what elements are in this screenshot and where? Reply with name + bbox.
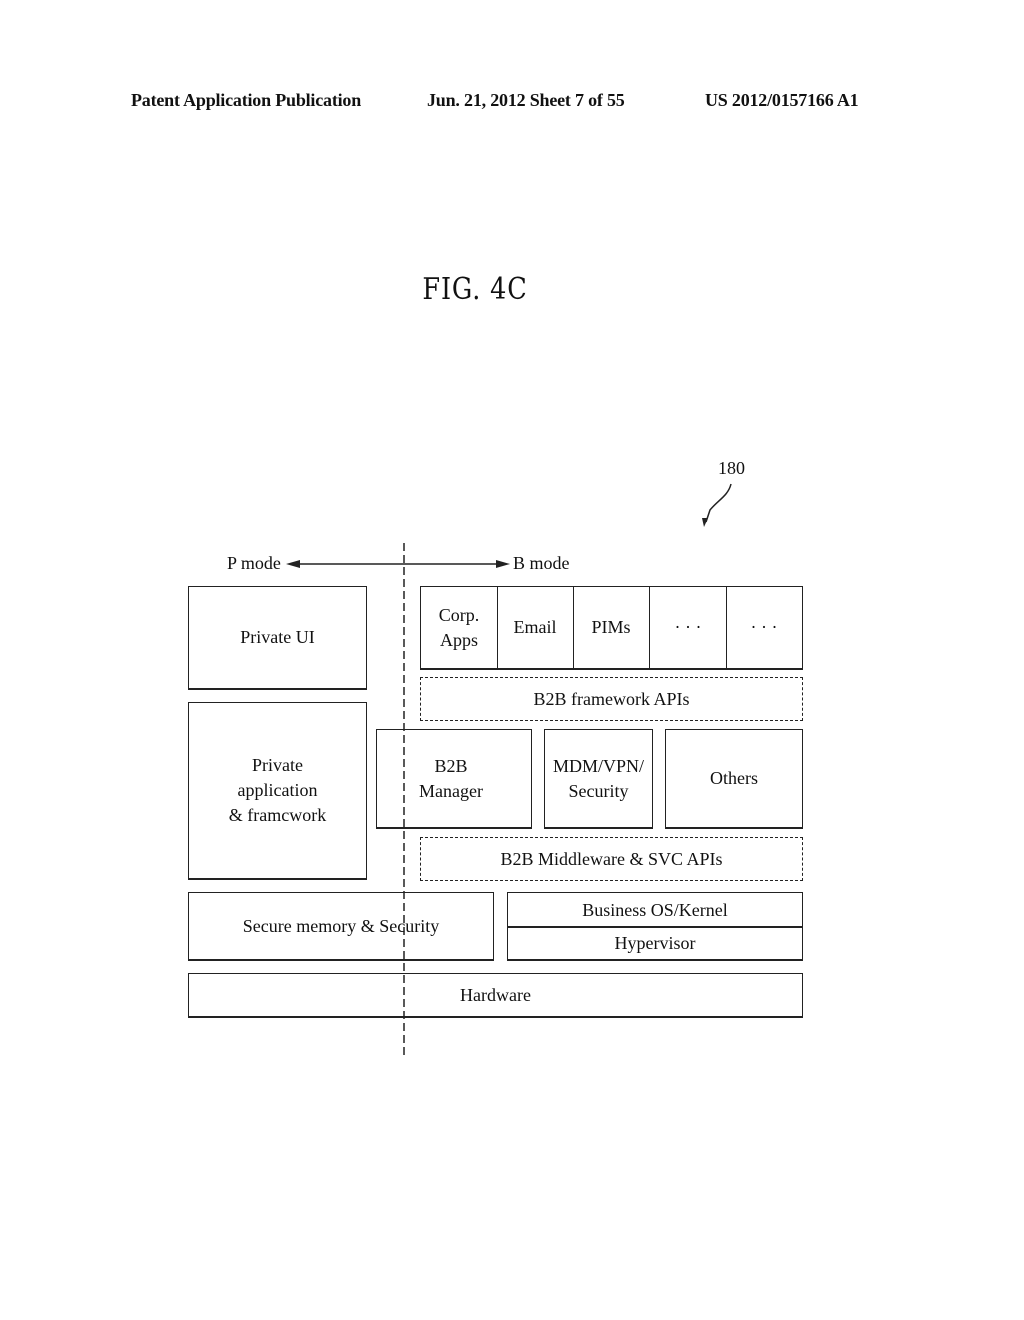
hypervisor-block: Hypervisor	[507, 926, 803, 961]
secure-memory-security-label: Secure memory & Security	[242, 915, 440, 936]
mdm-vpn-security-label: MDM/VPN/ Security	[552, 755, 645, 801]
b2b-manager-label: B2B Manager	[419, 755, 483, 801]
reference-leader-arrow	[705, 483, 732, 523]
others-block: Others	[665, 729, 803, 829]
business-os-kernel-label: Business OS/Kernel	[582, 899, 728, 920]
corp-apps-block: Corp. Apps	[420, 586, 498, 670]
corp-apps-label: Corp. Apps	[438, 604, 480, 650]
b-mode-label: B mode	[513, 553, 570, 573]
b2b-middleware-svc-apis-block: B2B Middleware & SVC APIs	[420, 837, 803, 881]
email-label: Email	[513, 617, 557, 637]
private-app-framework-block: Private application & framcwork	[188, 702, 367, 880]
b2b-middleware-svc-apis-label: B2B Middleware & SVC APIs	[500, 848, 723, 869]
pims-block: PIMs	[573, 586, 650, 670]
private-ui-block: Private UI	[188, 586, 367, 690]
ellipsis-label-2: · · ·	[750, 617, 778, 637]
other-app-block-1: · · ·	[649, 586, 727, 670]
mode-arrow-left-head	[286, 560, 300, 568]
p-mode-label: P mode	[227, 553, 281, 573]
b2b-framework-apis-label: B2B framework APIs	[533, 688, 690, 709]
b2b-framework-apis-block: B2B framework APIs	[420, 677, 803, 721]
others-label: Others	[710, 768, 758, 788]
other-app-block-2: · · ·	[726, 586, 803, 670]
private-app-framework-label: Private application & framcwork	[228, 755, 327, 825]
private-ui-label: Private UI	[240, 627, 315, 647]
pims-label: PIMs	[591, 617, 631, 637]
ellipsis-label-1: · · ·	[674, 617, 702, 637]
hypervisor-label: Hypervisor	[614, 932, 696, 953]
email-block: Email	[497, 586, 574, 670]
mdm-vpn-security-block: MDM/VPN/ Security	[544, 729, 653, 829]
secure-memory-security-block: Secure memory & Security	[188, 892, 494, 961]
mode-arrow-right-head	[496, 560, 510, 568]
reference-arrowhead	[702, 518, 708, 527]
hardware-label: Hardware	[460, 984, 531, 1005]
b2b-manager-block: B2B Manager	[376, 729, 532, 829]
hardware-block: Hardware	[188, 973, 803, 1018]
business-os-kernel-block: Business OS/Kernel	[507, 892, 803, 928]
